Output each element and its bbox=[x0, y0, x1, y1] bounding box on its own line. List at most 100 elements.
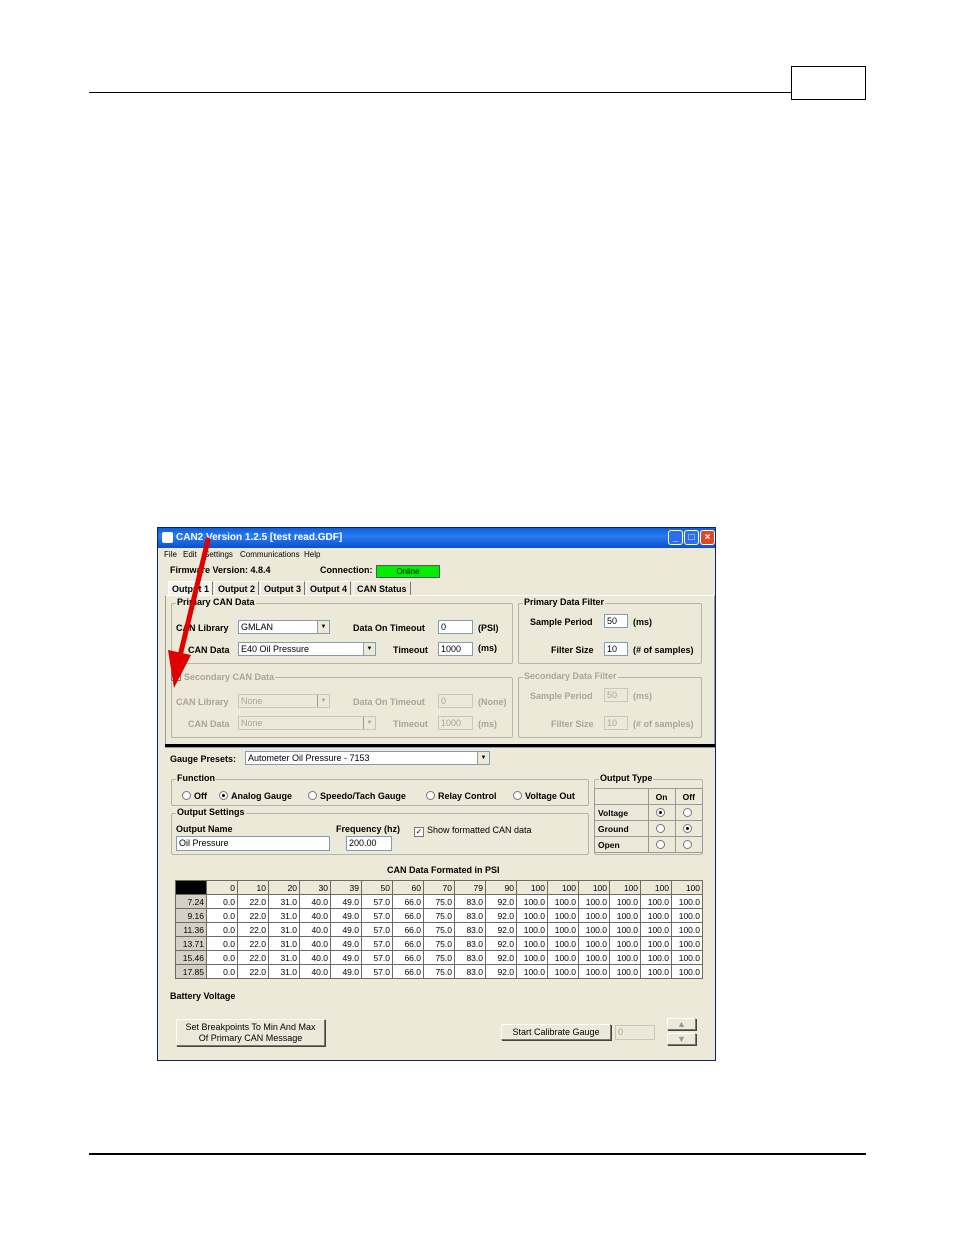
table-cell[interactable]: 22.0 bbox=[237, 894, 269, 909]
down-arrow-icon[interactable]: ▼ bbox=[667, 1033, 696, 1045]
table-cell[interactable]: 0.0 bbox=[206, 964, 238, 979]
radio-relay-control[interactable] bbox=[426, 791, 435, 800]
table-cell[interactable]: 92.0 bbox=[485, 950, 517, 965]
table-cell[interactable]: 31.0 bbox=[268, 894, 300, 909]
menu-communications[interactable]: Communications bbox=[240, 548, 300, 561]
table-cell[interactable]: 100.0 bbox=[671, 922, 703, 937]
table-cell[interactable]: 100.0 bbox=[609, 908, 641, 923]
table-cell[interactable]: 100.0 bbox=[516, 936, 548, 951]
table-cell[interactable]: 22.0 bbox=[237, 950, 269, 965]
table-cell[interactable]: 66.0 bbox=[392, 964, 424, 979]
secondary-sample-input[interactable]: 50 bbox=[604, 688, 628, 702]
primary-can-data-select[interactable]: E40 Oil Pressure ▼ bbox=[238, 642, 376, 656]
table-cell[interactable]: 100.0 bbox=[578, 936, 610, 951]
table-cell[interactable]: 49.0 bbox=[330, 922, 362, 937]
table-cell[interactable]: 100.0 bbox=[671, 936, 703, 951]
table-cell[interactable]: 100.0 bbox=[516, 950, 548, 965]
primary-timeout-input[interactable]: 1000 bbox=[438, 642, 473, 656]
chevron-down-icon[interactable]: ▼ bbox=[317, 695, 329, 707]
radio-speedo-tach[interactable] bbox=[308, 791, 317, 800]
primary-sample-input[interactable]: 50 bbox=[604, 614, 628, 628]
table-cell[interactable]: 100.0 bbox=[578, 950, 610, 965]
table-cell[interactable]: 75.0 bbox=[423, 922, 455, 937]
primary-data-timeout-input[interactable]: 0 bbox=[438, 620, 473, 634]
tab-output-4[interactable]: Output 4 bbox=[306, 581, 351, 596]
table-cell[interactable]: 92.0 bbox=[485, 908, 517, 923]
table-cell[interactable]: 100.0 bbox=[578, 922, 610, 937]
table-cell[interactable]: 49.0 bbox=[330, 908, 362, 923]
secondary-timeout-input[interactable]: 1000 bbox=[438, 716, 473, 730]
radio-ground-off[interactable] bbox=[682, 823, 692, 833]
primary-filter-size-input[interactable]: 10 bbox=[604, 642, 628, 656]
minimize-icon[interactable]: _ bbox=[668, 530, 683, 545]
chevron-down-icon[interactable]: ▼ bbox=[363, 643, 375, 655]
table-cell[interactable]: 75.0 bbox=[423, 950, 455, 965]
table-cell[interactable]: 49.0 bbox=[330, 964, 362, 979]
table-cell[interactable]: 100.0 bbox=[640, 894, 672, 909]
table-cell[interactable]: 100.0 bbox=[640, 964, 672, 979]
table-cell[interactable]: 66.0 bbox=[392, 936, 424, 951]
table-cell[interactable]: 100.0 bbox=[671, 950, 703, 965]
table-cell[interactable]: 75.0 bbox=[423, 908, 455, 923]
table-cell[interactable]: 100.0 bbox=[547, 936, 579, 951]
table-cell[interactable]: 22.0 bbox=[237, 908, 269, 923]
gauge-presets-select[interactable]: Autometer Oil Pressure - 7153 ▼ bbox=[245, 751, 490, 765]
table-cell[interactable]: 100.0 bbox=[516, 964, 548, 979]
table-cell[interactable]: 100.0 bbox=[640, 908, 672, 923]
table-cell[interactable]: 83.0 bbox=[454, 922, 486, 937]
calibrate-value-input[interactable]: 0 bbox=[615, 1025, 655, 1040]
table-cell[interactable]: 31.0 bbox=[268, 950, 300, 965]
table-cell[interactable]: 100.0 bbox=[671, 964, 703, 979]
radio-ground-on[interactable] bbox=[655, 823, 665, 833]
table-cell[interactable]: 31.0 bbox=[268, 922, 300, 937]
table-cell[interactable]: 83.0 bbox=[454, 950, 486, 965]
table-cell[interactable]: 66.0 bbox=[392, 950, 424, 965]
table-cell[interactable]: 100.0 bbox=[578, 894, 610, 909]
table-cell[interactable]: 100.0 bbox=[640, 950, 672, 965]
table-cell[interactable]: 57.0 bbox=[361, 950, 393, 965]
table-cell[interactable]: 100.0 bbox=[671, 894, 703, 909]
chevron-down-icon[interactable]: ▼ bbox=[477, 752, 489, 764]
table-cell[interactable]: 75.0 bbox=[423, 964, 455, 979]
table-cell[interactable]: 0.0 bbox=[206, 908, 238, 923]
table-cell[interactable]: 49.0 bbox=[330, 950, 362, 965]
primary-can-library-select[interactable]: GMLAN ▼ bbox=[238, 620, 330, 634]
table-cell[interactable]: 100.0 bbox=[578, 908, 610, 923]
table-cell[interactable]: 100.0 bbox=[578, 964, 610, 979]
table-cell[interactable]: 100.0 bbox=[640, 922, 672, 937]
table-cell[interactable]: 40.0 bbox=[299, 964, 331, 979]
table-cell[interactable]: 92.0 bbox=[485, 894, 517, 909]
up-arrow-icon[interactable]: ▲ bbox=[667, 1018, 696, 1030]
menu-help[interactable]: Help bbox=[304, 548, 320, 561]
function-option-voltage-out[interactable]: Voltage Out bbox=[513, 791, 575, 801]
table-cell[interactable]: 40.0 bbox=[299, 922, 331, 937]
table-cell[interactable]: 0.0 bbox=[206, 922, 238, 937]
table-cell[interactable]: 31.0 bbox=[268, 964, 300, 979]
table-cell[interactable]: 100.0 bbox=[547, 922, 579, 937]
table-cell[interactable]: 57.0 bbox=[361, 894, 393, 909]
table-cell[interactable]: 100.0 bbox=[547, 894, 579, 909]
radio-voltage-off[interactable] bbox=[682, 807, 692, 817]
table-cell[interactable]: 83.0 bbox=[454, 908, 486, 923]
secondary-data-timeout-input[interactable]: 0 bbox=[438, 694, 473, 708]
secondary-filter-size-input[interactable]: 10 bbox=[604, 716, 628, 730]
table-cell[interactable]: 40.0 bbox=[299, 936, 331, 951]
table-cell[interactable]: 0.0 bbox=[206, 950, 238, 965]
radio-voltage-on[interactable] bbox=[655, 807, 665, 817]
table-cell[interactable]: 100.0 bbox=[640, 936, 672, 951]
radio-open-off[interactable] bbox=[682, 839, 692, 849]
output-name-input[interactable]: Oil Pressure bbox=[176, 836, 330, 851]
secondary-can-data-select[interactable]: None ▼ bbox=[238, 716, 376, 730]
table-cell[interactable]: 100.0 bbox=[547, 950, 579, 965]
start-calibrate-button[interactable]: Start Calibrate Gauge bbox=[501, 1024, 611, 1040]
table-cell[interactable]: 57.0 bbox=[361, 936, 393, 951]
function-option-analog-gauge[interactable]: Analog Gauge bbox=[219, 791, 292, 801]
table-cell[interactable]: 57.0 bbox=[361, 922, 393, 937]
title-bar[interactable]: CAN2 Version 1.2.5 [test read.GDF] _ □ × bbox=[158, 528, 715, 548]
maximize-icon[interactable]: □ bbox=[684, 530, 699, 545]
table-cell[interactable]: 100.0 bbox=[609, 922, 641, 937]
table-cell[interactable]: 31.0 bbox=[268, 908, 300, 923]
table-cell[interactable]: 100.0 bbox=[671, 908, 703, 923]
close-icon[interactable]: × bbox=[700, 530, 715, 545]
table-cell[interactable]: 31.0 bbox=[268, 936, 300, 951]
